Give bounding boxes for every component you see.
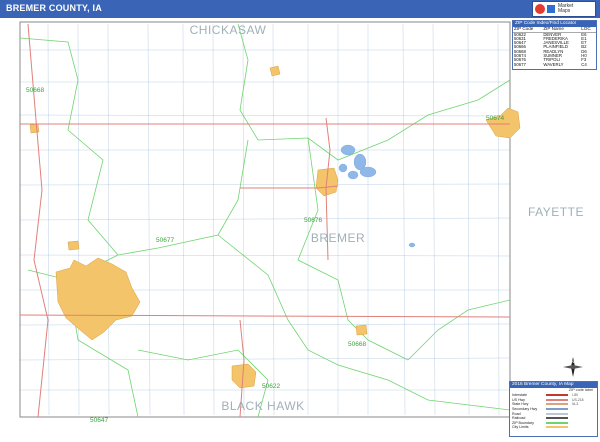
legend-symbol — [546, 421, 568, 424]
county-label: BREMER — [311, 231, 365, 245]
zip-code-label: 50677 — [156, 237, 174, 244]
legend-symbol — [546, 394, 568, 397]
lake — [408, 242, 416, 248]
logo-circle-icon — [535, 4, 545, 14]
county-map[interactable]: CHICKASAW BREMER FAYETTE BLACK HAWK 50668 506… — [8, 20, 598, 440]
page-title: BREMER COUNTY, IA — [6, 3, 102, 13]
zip-code-label: 50647 — [90, 417, 108, 424]
town-area — [355, 324, 368, 336]
legend-symbol — [546, 408, 568, 411]
legend-row: City Limits — [510, 425, 597, 430]
legend-symbol — [546, 426, 568, 429]
zip-index-cell: 50677 — [514, 61, 526, 67]
legend-rows: Interstate I-80 US Hwy US-218 State Hwy IA-3 S… — [510, 393, 597, 430]
legend-label: Interstate — [512, 393, 527, 398]
legend-label: Road — [512, 411, 521, 416]
lake — [340, 144, 356, 156]
zip-code-label: 50622 — [262, 383, 280, 390]
legend-symbol — [546, 403, 568, 406]
map-legend: 2016 Bremer County, IA Map ZIP code labe… — [509, 381, 598, 437]
county-label: BLACK HAWK — [221, 399, 304, 413]
compass-rose: N — [562, 356, 584, 378]
compass-n-label: N — [572, 359, 575, 364]
zip-index-cell: WAVERLY — [543, 61, 564, 67]
zip-code-label: 50676 — [304, 217, 322, 224]
county-label: CHICKASAW — [190, 23, 267, 37]
zip-code-label: 50668 — [26, 87, 44, 94]
logo-square-icon — [547, 5, 555, 13]
zip-code-label: 50668 — [348, 341, 366, 348]
zip-index-cell: C4 — [581, 61, 587, 67]
legend-symbol — [546, 412, 568, 415]
legend-value: US-218 — [572, 397, 584, 402]
zip-index-table: ZIP Code ZIP Name LOC 50622 DENVER E6 50631… — [513, 26, 596, 67]
legend-symbol — [546, 398, 568, 401]
lake — [347, 170, 359, 180]
town-area — [269, 65, 281, 77]
zip-code-label: 50674 — [486, 115, 504, 122]
compass-icon: N — [563, 357, 583, 377]
legend-label: Railroad — [512, 416, 526, 421]
map-svg[interactable]: CHICKASAW BREMER FAYETTE BLACK HAWK 50668 506… — [8, 20, 598, 440]
logo-text: Market Maps — [558, 3, 574, 14]
zip-index-row: 50677 WAVERLY C4 — [513, 61, 596, 67]
legend-label: US Hwy — [512, 397, 525, 402]
legend-symbol — [546, 417, 568, 420]
lake — [359, 166, 377, 178]
legend-value: I-80 — [572, 393, 578, 398]
town-area — [67, 240, 80, 251]
legend-label: City Limits — [512, 425, 529, 430]
lake — [338, 163, 348, 173]
zip-index-panel: ZIP Code Index/Find Locator ZIP Code ZIP… — [512, 20, 597, 70]
county-label: FAYETTE — [528, 205, 584, 219]
legend-label: State Hwy — [512, 402, 529, 407]
legend-label: Secondary Hwy — [512, 407, 538, 412]
town-area — [29, 123, 40, 134]
legend-value: IA-3 — [572, 402, 579, 407]
header-bar: BREMER COUNTY, IA Market Maps — [0, 0, 600, 18]
publisher-logo[interactable]: Market Maps — [532, 1, 596, 17]
legend-label: ZIP Boundary — [512, 420, 534, 425]
